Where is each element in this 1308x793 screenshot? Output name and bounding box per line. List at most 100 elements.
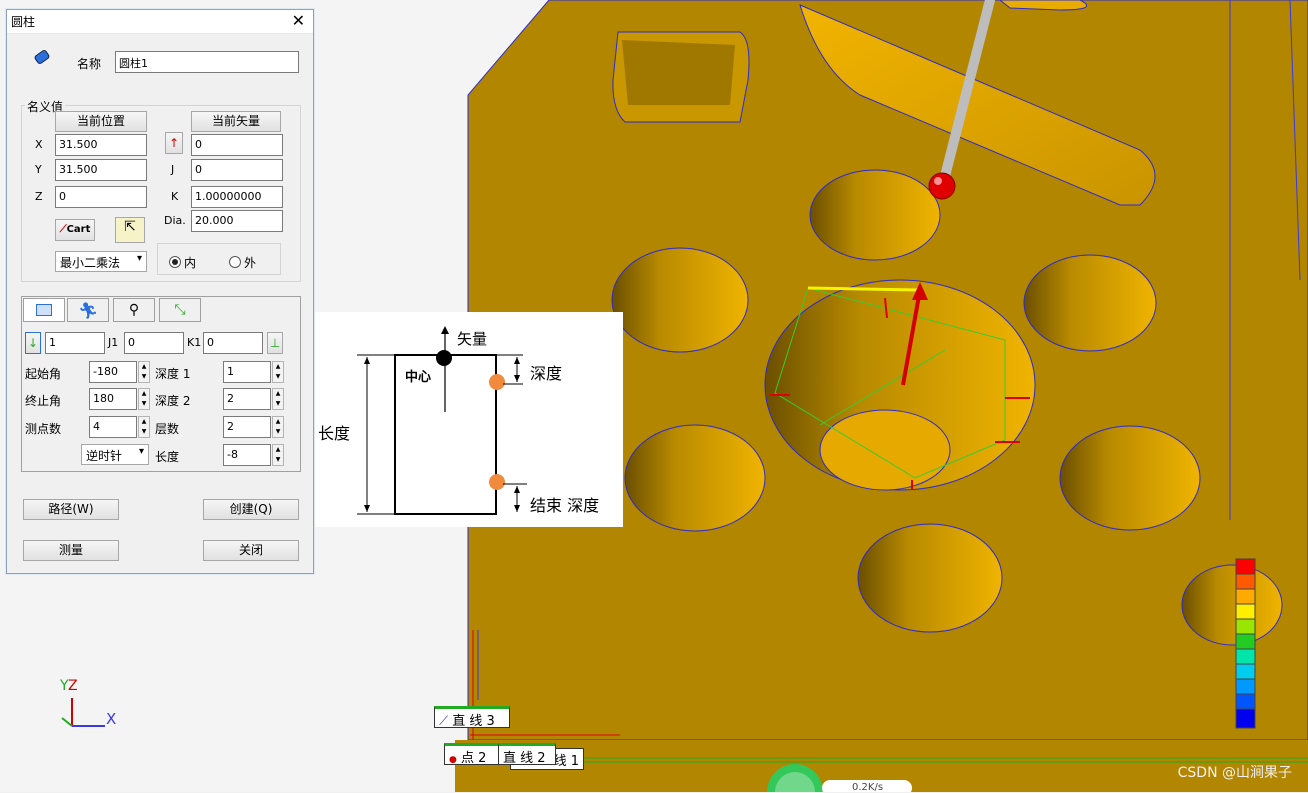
cart-button[interactable]: ⟋Cart — [55, 219, 95, 241]
current-position-button[interactable]: 当前位置 — [55, 111, 147, 132]
depth1-stepper[interactable]: ▲ ▼ — [272, 361, 284, 383]
end-depth-label: 结束 深度 — [530, 496, 600, 515]
vector-down-button[interactable]: ↓ — [25, 332, 41, 354]
down-arrow-icon: ↓ — [27, 336, 39, 350]
point-icon: ● — [449, 755, 457, 765]
tab-path[interactable]: ⤡ — [159, 298, 201, 322]
start-angle-input[interactable]: -180 — [89, 361, 137, 383]
depth2-label: 深度 2 — [155, 394, 191, 408]
length-stepper[interactable]: ▲ ▼ — [272, 444, 284, 466]
hole — [1023, 254, 1157, 352]
dialog-titlebar[interactable]: 圆柱 ✕ — [7, 10, 313, 34]
axis-z-label: Z — [68, 678, 78, 694]
probe-icon: ⚲ — [128, 302, 140, 318]
cursor-pick-icon: ⇱ — [124, 219, 136, 235]
running-man-icon: 🏃︎ — [77, 300, 99, 320]
j-label: J — [171, 163, 175, 176]
cylinder-icon — [33, 48, 51, 66]
z-input[interactable]: 0 — [55, 186, 147, 208]
direction-select[interactable]: 逆时针 ▾ — [81, 444, 149, 465]
vector-direction-button[interactable]: ↑ — [165, 132, 183, 154]
i1-input[interactable]: 1 — [45, 332, 105, 354]
hole — [857, 523, 1003, 633]
current-vector-button[interactable]: 当前矢量 — [191, 111, 281, 132]
watermark: CSDN @山涧果子 — [1177, 765, 1292, 781]
dia-label: Dia. — [164, 214, 186, 227]
depth-label: 深度 — [530, 364, 563, 383]
j1-label: J1 — [108, 336, 119, 349]
k-input[interactable]: 1.00000000 — [191, 186, 283, 208]
hole — [611, 247, 749, 353]
x-input[interactable]: 31.500 — [55, 134, 147, 156]
outer-radio[interactable] — [229, 256, 241, 268]
close-icon[interactable]: ✕ — [292, 13, 305, 29]
center-label: 中心 — [405, 370, 432, 385]
x-label: X — [35, 138, 43, 151]
axis-triad — [61, 698, 105, 727]
length-label: 长度 — [155, 450, 180, 464]
layers-label: 层数 — [155, 422, 180, 436]
i-input[interactable]: 0 — [191, 134, 283, 156]
vector-label: 矢量 — [457, 330, 488, 348]
y-label: Y — [35, 163, 42, 176]
k1-label: K1 — [187, 336, 202, 349]
path-button[interactable]: 路径(W) — [23, 499, 119, 520]
tab-probe[interactable]: ⚲ — [113, 298, 155, 322]
line-icon: ⟋ — [439, 714, 449, 729]
perpendicular-button[interactable]: ⊥ — [267, 332, 283, 354]
y-input[interactable]: 31.500 — [55, 159, 147, 181]
feature-tag-line3[interactable]: ⟋ 直 线 3 — [434, 706, 510, 729]
end-angle-stepper[interactable]: ▲ ▼ — [138, 388, 150, 410]
inner-label: 内 — [184, 256, 197, 270]
feature-tag-point2[interactable]: ● 点 2 — [444, 743, 500, 766]
hud-text: 0.2K/s — [852, 782, 884, 793]
perpendicular-icon: ⊥ — [269, 336, 281, 350]
points-input[interactable]: 4 — [89, 416, 137, 438]
pick-button[interactable]: ⇱ — [115, 217, 145, 243]
depth2-input[interactable]: 2 — [223, 388, 271, 410]
name-label: 名称 — [77, 57, 102, 71]
start-angle-label: 起始角 — [25, 367, 62, 381]
layers-stepper[interactable]: ▲ ▼ — [272, 416, 284, 438]
chevron-down-icon: ▾ — [138, 446, 144, 457]
hole — [1181, 564, 1283, 646]
path-icon: ⤡ — [174, 302, 186, 318]
layers-input[interactable]: 2 — [223, 416, 271, 438]
length-input[interactable]: -8 — [223, 444, 271, 466]
hole — [809, 169, 941, 261]
end-angle-input[interactable]: 180 — [89, 388, 137, 410]
z-label: Z — [35, 190, 43, 203]
k1-input[interactable]: 0 — [203, 332, 263, 354]
probe-tip — [928, 172, 956, 200]
depth2-stepper[interactable]: ▲ ▼ — [272, 388, 284, 410]
start-angle-stepper[interactable]: ▲ ▼ — [138, 361, 150, 383]
measure-button[interactable]: 测量 — [23, 540, 119, 561]
up-arrow-icon: ↑ — [168, 136, 180, 150]
points-label: 测点数 — [25, 422, 62, 436]
feature-tag-line2[interactable]: 直 线 2 — [498, 743, 556, 766]
tab-auto-params[interactable] — [23, 298, 65, 322]
j1-input[interactable]: 0 — [124, 332, 184, 354]
fit-method-select[interactable]: 最小二乘法 ▾ — [55, 251, 147, 272]
cart-icon: ⟋ — [59, 224, 67, 235]
close-button[interactable]: 关闭 — [203, 540, 299, 561]
cylinder-dialog[interactable]: 圆柱 ✕ 名称 圆柱1 名义值 当前位置 当前矢量 X 31.500 Y 31.… — [6, 9, 314, 574]
hole — [1059, 425, 1201, 531]
j-input[interactable]: 0 — [191, 159, 283, 181]
outer-label: 外 — [244, 256, 257, 270]
settings-window-icon — [36, 304, 52, 316]
points-stepper[interactable]: ▲ ▼ — [138, 416, 150, 438]
length-label: 长度 — [318, 424, 351, 443]
depth1-label: 深度 1 — [155, 367, 191, 381]
name-input[interactable]: 圆柱1 — [115, 51, 299, 73]
tab-move[interactable]: 🏃︎ — [67, 298, 109, 322]
depth1-input[interactable]: 1 — [223, 361, 271, 383]
inner-radio[interactable] — [169, 256, 181, 268]
cylinder-diagram: 矢量 中心 深度 长度 结束 深度 — [315, 312, 623, 527]
dia-input[interactable]: 20.000 — [191, 210, 283, 232]
hole — [624, 424, 766, 532]
k-label: K — [171, 190, 179, 203]
dialog-title: 圆柱 — [11, 15, 36, 29]
axis-x-label: X — [106, 710, 117, 728]
create-button[interactable]: 创建(Q) — [203, 499, 299, 520]
